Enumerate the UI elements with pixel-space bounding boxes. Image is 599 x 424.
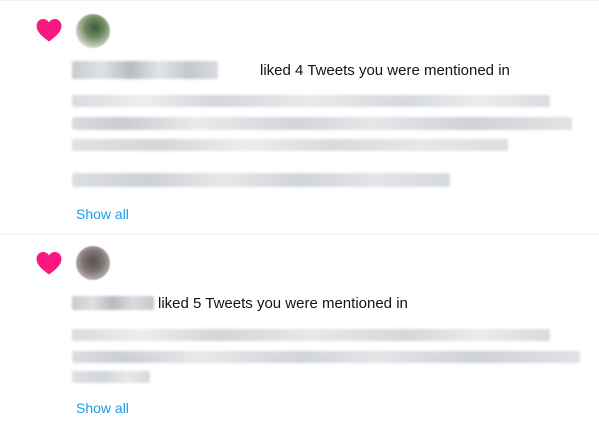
show-all-link[interactable]: Show all <box>76 400 129 417</box>
notifications-feed: liked 4 Tweets you were mentioned in Sho… <box>0 0 599 424</box>
redacted-text <box>72 139 508 151</box>
redacted-username <box>72 296 154 310</box>
redacted-text <box>72 173 450 187</box>
redacted-username <box>72 61 218 79</box>
show-all-link[interactable]: Show all <box>76 206 129 223</box>
like-notification[interactable]: liked 4 Tweets you were mentioned in Sho… <box>0 0 599 235</box>
avatar[interactable] <box>76 246 110 280</box>
avatar[interactable] <box>76 14 110 48</box>
redacted-text <box>72 95 550 107</box>
redacted-text <box>72 371 150 383</box>
like-notification[interactable]: liked 5 Tweets you were mentioned in Sho… <box>0 234 599 424</box>
redacted-text <box>72 117 572 130</box>
heart-icon <box>36 18 62 42</box>
redacted-text <box>72 351 580 363</box>
heart-icon <box>36 251 62 275</box>
redacted-text <box>72 329 550 341</box>
notification-action-text: liked 5 Tweets you were mentioned in <box>158 295 408 312</box>
notification-action-text: liked 4 Tweets you were mentioned in <box>260 62 510 79</box>
